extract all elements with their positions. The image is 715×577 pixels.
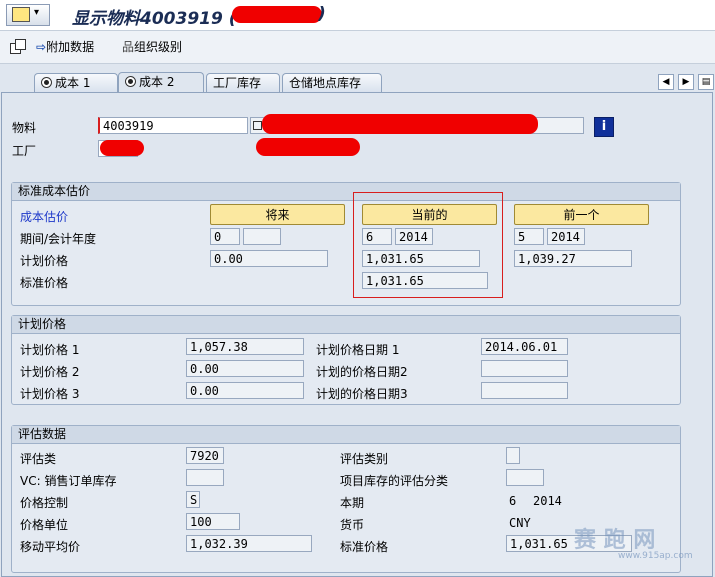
system-menu-button[interactable]: ▾ (6, 4, 50, 26)
project-stock-valuation-field (506, 469, 544, 486)
additional-data-label: 附加数据 (46, 40, 95, 54)
standard-price-label: 标准价格 (20, 276, 69, 290)
currency-label: 货币 (340, 518, 365, 532)
planned-price-2-field: 0.00 (186, 360, 304, 377)
tab-cost-2-label: 成本 2 (139, 75, 175, 89)
price-unit-field: 100 (186, 513, 240, 530)
valuation-standard-price-label: 标准价格 (340, 540, 389, 554)
org-levels-button[interactable]: 品组织级别 (122, 38, 182, 55)
chevron-down-icon: ▾ (34, 7, 40, 18)
cost-estimate-label: 成本估价 (20, 210, 69, 224)
previous-year-field: 2014 (547, 228, 585, 245)
planned-price-date-1-label: 计划价格日期 1 (316, 343, 400, 357)
watermark-url: www.915ap.com (618, 551, 693, 561)
arrow-right-icon: ⇨ (36, 40, 47, 54)
material-label: 物料 (12, 121, 37, 135)
moving-average-price-field: 1,032.39 (186, 535, 312, 552)
plant-label: 工厂 (12, 144, 37, 158)
tab-storage-location-label: 仓储地点库存 (289, 76, 362, 90)
page-title: 显示物料4003919 ( (72, 9, 237, 29)
tab-plant-stock-label: 工厂库存 (213, 76, 262, 90)
currency-value: CNY (509, 516, 531, 530)
group-title: 评估数据 (12, 426, 680, 444)
project-stock-valuation-label: 项目库存的评估分类 (340, 474, 449, 488)
moving-average-price-label: 移动平均价 (20, 540, 81, 554)
display-change-icon[interactable] (10, 39, 26, 54)
application-toolbar (0, 31, 715, 64)
radio-icon (125, 76, 136, 87)
price-unit-label: 价格单位 (20, 518, 69, 532)
price-control-field: S (186, 491, 200, 508)
redaction-mark (232, 6, 322, 23)
tab-cost-1[interactable]: 成本 1 (34, 73, 118, 92)
radio-icon (41, 77, 52, 88)
redaction-mark (100, 140, 144, 156)
current-period-value: 6 (509, 494, 517, 508)
group-title: 计划价格 (12, 316, 680, 334)
current-year-value: 2014 (533, 494, 562, 508)
planned-price-date-3-field (481, 382, 568, 399)
menu-icon (12, 7, 30, 22)
info-icon[interactable]: i (594, 117, 614, 137)
future-year-field (243, 228, 281, 245)
period-fiscal-year-label: 期间/会计年度 (20, 232, 97, 246)
previous-button[interactable]: 前一个 (514, 204, 649, 225)
price-control-label: 价格控制 (20, 496, 69, 510)
valuation-class-field: 7920 (186, 447, 224, 464)
tab-list-icon[interactable]: ▤ (698, 74, 714, 90)
org-levels-label: 组织级别 (134, 40, 183, 54)
tab-plant-stock[interactable]: 工厂库存 (206, 73, 280, 92)
copy-icon (253, 121, 262, 130)
current-period-label: 本期 (340, 496, 365, 510)
tab-cost-1-label: 成本 1 (55, 76, 91, 90)
planned-price-3-label: 计划价格 3 (20, 387, 80, 401)
planned-price-date-2-label: 计划的价格日期2 (316, 365, 408, 379)
planned-price-date-3-label: 计划的价格日期3 (316, 387, 408, 401)
future-button[interactable]: 将来 (210, 204, 345, 225)
planned-price-label: 计划价格 (20, 254, 69, 268)
planned-price-date-1-field: 2014.06.01 (481, 338, 568, 355)
planned-price-3-field: 0.00 (186, 382, 304, 399)
tab-scroll-right-icon[interactable]: ▶ (678, 74, 694, 90)
tab-storage-location-stock[interactable]: 仓储地点库存 (282, 73, 382, 92)
tab-scroll-left-icon[interactable]: ◀ (658, 74, 674, 90)
title-close-paren: ) (318, 4, 326, 24)
highlight-box (353, 192, 503, 298)
tab-cost-2[interactable]: 成本 2 (118, 72, 204, 93)
planned-price-2-label: 计划价格 2 (20, 365, 80, 379)
previous-planned-price-field: 1,039.27 (514, 250, 632, 267)
future-period-field: 0 (210, 228, 240, 245)
group-title: 标准成本估价 (12, 183, 680, 201)
redaction-mark (256, 138, 360, 156)
valuation-category-field (506, 447, 520, 464)
additional-data-button[interactable]: ⇨附加数据 (36, 38, 94, 55)
planned-price-1-label: 计划价格 1 (20, 343, 80, 357)
previous-period-field: 5 (514, 228, 544, 245)
planned-price-1-field: 1,057.38 (186, 338, 304, 355)
material-field[interactable]: 4003919 (98, 117, 248, 134)
vc-sales-order-stock-label: VC: 销售订单库存 (20, 474, 117, 488)
valuation-category-label: 评估类别 (340, 452, 389, 466)
watermark-logo: 赛 跑 网 (574, 528, 656, 553)
planned-price-date-2-field (481, 360, 568, 377)
org-hierarchy-icon: 品 (122, 40, 135, 54)
future-planned-price-field: 0.00 (210, 250, 328, 267)
vc-sales-order-stock-field (186, 469, 224, 486)
valuation-class-label: 评估类 (20, 452, 57, 466)
redaction-mark (262, 114, 538, 134)
